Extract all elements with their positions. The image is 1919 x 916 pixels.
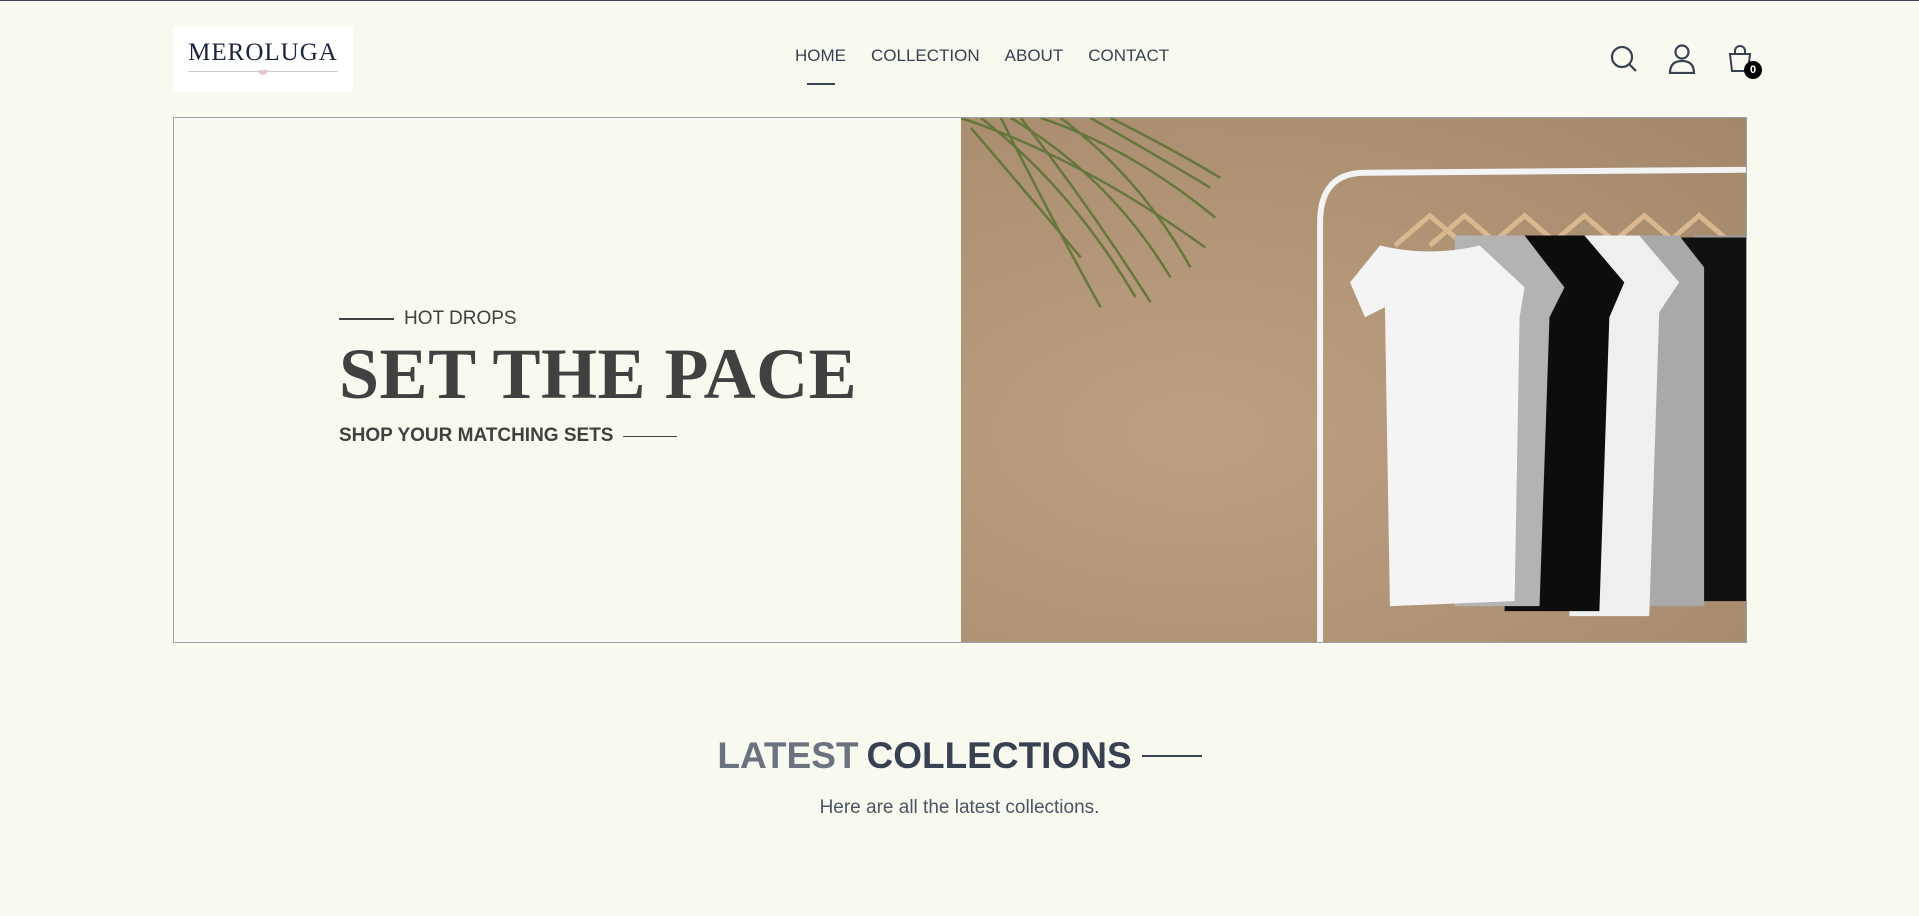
site-logo[interactable]: MEROLUGA xyxy=(173,26,353,92)
title-light: LATEST xyxy=(717,735,859,776)
hero-headline: SET THE PACE xyxy=(339,334,858,414)
header-icons: 0 xyxy=(1609,43,1762,79)
shopping-bag-icon[interactable]: 0 xyxy=(1725,43,1762,79)
hero-cta-label: SHOP YOUR MATCHING SETS xyxy=(339,425,614,446)
tshirt-white-front xyxy=(1350,245,1525,607)
cart-count-badge: 0 xyxy=(1744,61,1762,79)
palm-leaf xyxy=(961,118,1221,308)
main-nav: HOME COLLECTION ABOUT CONTACT xyxy=(795,46,1169,66)
logo-text: MEROLUGA xyxy=(188,39,338,66)
cta-rule xyxy=(623,435,678,437)
logo-underline xyxy=(188,70,338,75)
search-icon[interactable] xyxy=(1609,43,1639,75)
hero-image xyxy=(961,118,1746,642)
nav-about[interactable]: ABOUT xyxy=(1005,46,1064,66)
latest-collections-title: LATEST COLLECTIONS xyxy=(0,735,1919,777)
latest-collections-subtitle: Here are all the latest collections. xyxy=(819,797,1100,818)
eyebrow-rule xyxy=(339,318,394,320)
nav-contact[interactable]: CONTACT xyxy=(1088,46,1169,66)
user-icon[interactable] xyxy=(1667,43,1697,75)
hero-text-panel: HOT DROPS SET THE PACE SHOP YOUR MATCHIN… xyxy=(174,118,961,642)
nav-home[interactable]: HOME xyxy=(795,46,846,66)
hero-banner: HOT DROPS SET THE PACE SHOP YOUR MATCHIN… xyxy=(173,117,1747,643)
hero-eyebrow: HOT DROPS xyxy=(339,308,857,330)
nav-collection[interactable]: COLLECTION xyxy=(871,46,980,66)
hero-eyebrow-label: HOT DROPS xyxy=(404,308,517,329)
title-bold: COLLECTIONS xyxy=(866,735,1132,776)
title-rule xyxy=(1141,755,1202,757)
hero-cta-link[interactable]: SHOP YOUR MATCHING SETS xyxy=(339,425,857,447)
hero-illustration xyxy=(961,118,1746,642)
